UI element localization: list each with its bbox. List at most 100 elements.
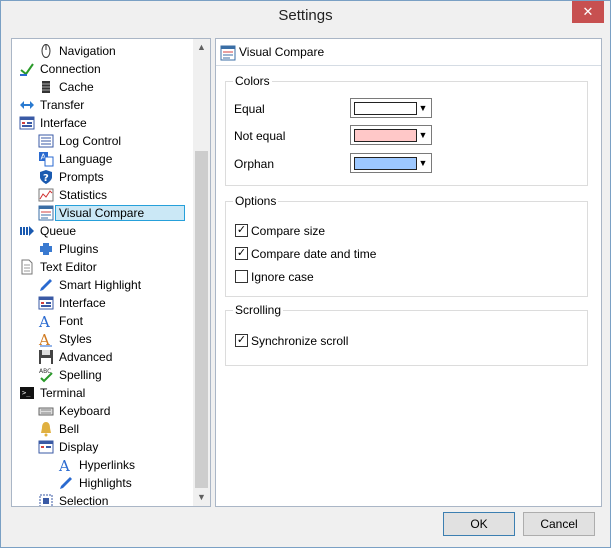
tree-item-advanced[interactable]: Advanced <box>38 347 112 365</box>
orphan-color-picker[interactable]: ▼ <box>350 153 432 173</box>
checkbox-box[interactable]: ✓ <box>235 224 248 238</box>
scrolling-group: Scrolling ✓ Synchronize scroll <box>225 303 588 366</box>
selection-icon <box>39 494 53 506</box>
tree-item-label: Advanced <box>59 349 113 364</box>
styles-icon: A <box>38 331 52 347</box>
keyboard-icon <box>38 407 54 416</box>
panel-header: Visual Compare <box>216 39 601 66</box>
tree-item-display[interactable]: Display <box>38 437 98 455</box>
tree-item-label: Font <box>59 313 84 328</box>
scroll-down-icon[interactable]: ▼ <box>193 489 210 506</box>
not-equal-color-picker[interactable]: ▼ <box>350 125 432 145</box>
queue-icon <box>20 225 34 236</box>
equal-color-picker[interactable]: ▼ <box>350 98 432 118</box>
tree-item-label: Visual Compare <box>54 204 186 221</box>
question-icon: ? <box>40 169 52 184</box>
checkbox-label: Compare date and time <box>251 246 377 261</box>
close-button[interactable]: ✕ <box>572 1 604 23</box>
tree-item-plugins[interactable]: Plugins <box>38 239 98 257</box>
tree-item-font[interactable]: A Font <box>38 311 83 329</box>
window-title: Settings <box>278 7 333 24</box>
pen-icon <box>60 476 72 489</box>
tree-item-log-control[interactable]: Log Control <box>38 131 121 149</box>
tree-item-label: Connection <box>40 61 101 76</box>
checkbox-box[interactable]: ✓ <box>235 334 248 348</box>
scroll-up-icon[interactable]: ▲ <box>193 39 210 56</box>
tree-item-styles[interactable]: A Styles <box>38 329 92 347</box>
colors-group-title: Colors <box>233 74 272 88</box>
orphan-color-swatch <box>354 157 417 170</box>
tree-item-label: Navigation <box>59 43 116 58</box>
tree-item-label: Prompts <box>59 169 104 184</box>
scroll-thumb[interactable] <box>195 151 208 488</box>
checkbox-box[interactable] <box>235 270 248 284</box>
options-group-title: Options <box>233 194 279 208</box>
tree-item-spelling[interactable]: ABC Spelling <box>38 365 102 383</box>
tree-item-visual-compare[interactable]: Visual Compare <box>38 203 186 221</box>
tree-item-smart-highlight[interactable]: Smart Highlight <box>38 275 141 293</box>
settings-tree[interactable]: Selection Highlights A Hyperlinks Display Bel… <box>11 38 211 507</box>
tree-item-label: Highlights <box>79 475 132 490</box>
equal-color-swatch <box>354 102 417 115</box>
transfer-icon <box>20 100 34 109</box>
visual-compare-panel: Visual Compare Colors Equal ▼ Not equal … <box>215 38 602 507</box>
terminal-icon: >_ <box>20 386 34 399</box>
checkbox-box[interactable]: ✓ <box>235 247 248 261</box>
tree-item-queue[interactable]: Queue <box>19 221 76 239</box>
cancel-button[interactable]: Cancel <box>523 512 595 536</box>
display-icon <box>38 440 54 454</box>
visual-compare-icon <box>220 45 236 61</box>
tree-item-bell[interactable]: Bell <box>38 419 79 437</box>
tree-item-statistics[interactable]: Statistics <box>38 185 107 203</box>
svg-text:A: A <box>58 457 70 473</box>
tree-item-hyperlinks[interactable]: A Hyperlinks <box>58 455 135 473</box>
tree-item-label: Interface <box>40 115 87 130</box>
tree-item-label: Language <box>59 151 113 166</box>
tree-scrollbar[interactable]: ▲ ▼ <box>193 39 210 506</box>
tree-item-keyboard[interactable]: Keyboard <box>38 401 110 419</box>
tree-item-label: Styles <box>59 331 92 346</box>
tree-item-navigation[interactable]: Navigation <box>38 41 116 59</box>
synchronize-scroll-checkbox[interactable]: ✓ Synchronize scroll <box>235 332 348 348</box>
chevron-down-icon[interactable]: ▼ <box>417 102 429 114</box>
tree-item-label: Plugins <box>59 241 99 256</box>
tree-item-interface[interactable]: Interface <box>38 293 106 311</box>
tree-item-label: Terminal <box>40 385 86 400</box>
tree-item-highlights[interactable]: Highlights <box>58 473 132 491</box>
tree-item-connection[interactable]: Connection <box>19 59 101 77</box>
svg-text:A: A <box>38 313 50 329</box>
statistics-icon <box>38 188 54 202</box>
interface-icon <box>19 116 35 130</box>
tree-item-transfer[interactable]: Transfer <box>19 95 84 113</box>
tree-item-label: Selection <box>59 493 109 507</box>
tree-item-terminal[interactable]: >_ Terminal <box>19 383 85 401</box>
orphan-label: Orphan <box>234 157 275 171</box>
tree-item-interface[interactable]: Interface <box>19 113 87 131</box>
tree-item-label: Hyperlinks <box>79 457 136 472</box>
tree-item-label: Display <box>59 439 99 454</box>
tree-item-text-editor[interactable]: Text Editor <box>19 257 97 275</box>
compare-size-checkbox[interactable]: ✓ Compare size <box>235 222 325 238</box>
chevron-down-icon[interactable]: ▼ <box>417 157 429 169</box>
cache-icon <box>42 80 50 93</box>
svg-text:ABC: ABC <box>39 368 51 375</box>
scrolling-group-title: Scrolling <box>233 303 284 317</box>
tree-item-language[interactable]: A Language <box>38 149 112 167</box>
title-bar[interactable]: Settings ✕ <box>1 1 610 32</box>
font-icon: A <box>58 457 70 473</box>
ok-button[interactable]: OK <box>443 512 515 536</box>
tree-item-cache[interactable]: Cache <box>38 77 94 95</box>
font-icon: A <box>38 313 50 329</box>
panel-title: Visual Compare <box>239 45 325 59</box>
settings-window: Settings ✕ Selection Highlights A Hyperlink… <box>0 0 611 548</box>
chevron-down-icon[interactable]: ▼ <box>417 129 429 141</box>
plugin-icon <box>40 242 52 255</box>
tree-item-selection[interactable]: Selection <box>38 491 109 507</box>
pen-icon <box>40 278 52 291</box>
interface-icon <box>38 296 54 310</box>
tree-item-prompts[interactable]: ? Prompts <box>38 167 104 185</box>
compare-date-checkbox[interactable]: ✓ Compare date and time <box>235 245 376 261</box>
ignore-case-checkbox[interactable]: Ignore case <box>235 268 314 284</box>
tree-item-label: Bell <box>59 421 80 436</box>
tree-item-label: Log Control <box>59 133 122 148</box>
